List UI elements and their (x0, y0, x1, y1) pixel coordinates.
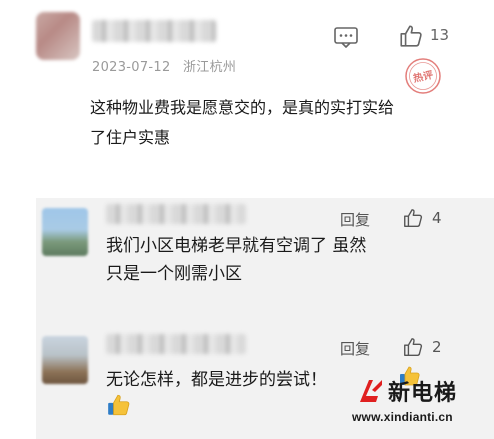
hot-comment-stamp: 热评 (405, 58, 441, 94)
avatar[interactable] (42, 208, 88, 256)
comment-text: 这种物业费我是愿意交的，是真的实打实给 了住户实惠 (90, 93, 445, 153)
blurred-username[interactable] (106, 334, 246, 354)
comment-bubble-icon[interactable] (333, 26, 359, 48)
comment-text-line: 这种物业费我是愿意交的，是真的实打实给 (90, 98, 395, 117)
reply-text-line: 无论怎样，都是进步的尝试！ (106, 370, 327, 390)
avatar[interactable] (42, 336, 88, 384)
avatar[interactable] (36, 12, 80, 60)
like-count: 2 (432, 338, 442, 356)
reply-button[interactable]: 回复 (340, 209, 370, 230)
reply-text-line: 我们小区电梯老早就有空调了 虽然 (106, 236, 367, 256)
like-icon[interactable] (402, 336, 424, 358)
like-count: 13 (430, 26, 450, 44)
like-icon[interactable] (398, 23, 424, 49)
blurred-username[interactable] (92, 20, 216, 42)
like-count: 4 (432, 209, 442, 227)
reply-button[interactable]: 回复 (340, 338, 370, 359)
comment-location: 浙江杭州 (183, 60, 237, 75)
blurred-username[interactable] (106, 204, 246, 224)
reply-text-line: 只是一个刚需小区 (106, 264, 242, 284)
stamp-text: 热评 (412, 68, 434, 85)
comment-text-line: 了住户实惠 (90, 128, 171, 147)
elevator-logo-icon (360, 380, 382, 402)
reply-text: 无论怎样，都是进步的尝试！ (106, 366, 327, 394)
main-comment: 2023-07-12 浙江杭州 13 热评 这种物业费我是愿意交的，是真的实打实… (0, 0, 494, 198)
reply-item: 回复 4 我们小区电梯老早就有空调了 虽然 只是一个刚需小区 (36, 198, 494, 316)
reply-text: 我们小区电梯老早就有空调了 虽然 只是一个刚需小区 (106, 232, 366, 288)
watermark-url: www.xindianti.cn (352, 410, 453, 424)
watermark-title: 新电梯 (388, 381, 458, 406)
comment-date: 2023-07-12 (92, 60, 171, 75)
like-icon[interactable] (402, 207, 424, 229)
comment-meta: 2023-07-12 浙江杭州 (92, 56, 236, 75)
thumbs-up-emoji-icon (108, 394, 130, 416)
watermark: 新电梯 www.xindianti.cn (352, 366, 494, 434)
